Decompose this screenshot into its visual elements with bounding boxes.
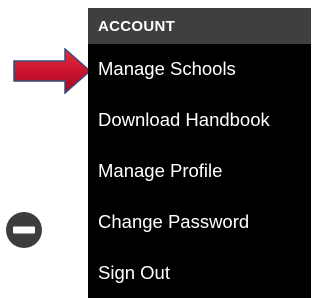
arrow-right-icon [13, 48, 91, 94]
change-password-item[interactable]: Change Password [88, 196, 311, 247]
download-handbook-item[interactable]: Download Handbook [88, 95, 311, 146]
manage-schools-item[interactable]: Manage Schools [88, 44, 311, 95]
account-menu: ACCOUNT Manage Schools Download Handbook… [88, 8, 311, 298]
minus-circle-icon[interactable] [2, 208, 46, 252]
screen: ACCOUNT Manage Schools Download Handbook… [0, 0, 311, 298]
sign-out-item[interactable]: Sign Out [88, 247, 311, 298]
manage-profile-item[interactable]: Manage Profile [88, 146, 311, 197]
menu-header: ACCOUNT [88, 8, 311, 44]
